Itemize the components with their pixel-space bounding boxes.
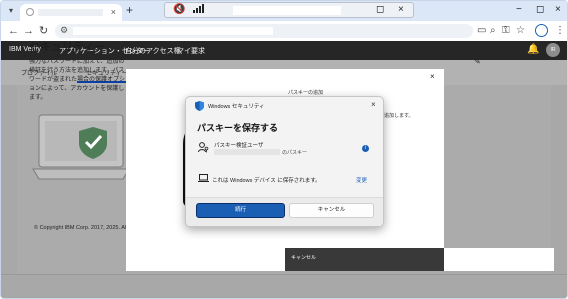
bookmark-star-icon[interactable]: ☆: [516, 25, 525, 37]
browser-tab[interactable]: ×: [20, 4, 122, 21]
maximize-button[interactable]: ◻: [536, 4, 544, 16]
zoom-icon[interactable]: ⌕: [490, 25, 496, 37]
windows-security-shield-icon: [195, 101, 204, 111]
menu-my-requests[interactable]: マイ要求: [177, 46, 205, 56]
security-description: 強力なパスワードに加えて、追加の検証を行う方法を追加します。パスワードが盗まれた…: [29, 59, 126, 101]
continue-button[interactable]: 続行: [196, 203, 285, 218]
passkey-modal-text: 追加します。: [384, 113, 414, 119]
cast-icon[interactable]: ▭: [477, 25, 486, 37]
url-text: [73, 27, 273, 35]
user-avatar[interactable]: IR: [546, 43, 560, 57]
laptop-icon: [198, 174, 209, 184]
favicon-icon: [26, 8, 34, 16]
passkey-user-name: パスキー検証ユーザ: [214, 143, 264, 149]
menu-icon[interactable]: ⋮: [555, 25, 565, 37]
reload-icon[interactable]: ↻: [39, 25, 48, 37]
new-tab-button[interactable]: +: [126, 4, 133, 16]
passkey-modal-cancel-label: キャンセル: [291, 255, 317, 261]
tab-search-icon[interactable]: ▾: [5, 5, 17, 17]
footer: [1, 274, 567, 298]
page-title: セキュリティー: [29, 41, 106, 53]
browser-window: ▾ × + − ◻ × 🔇 ◻ × ← → ↻ ⚙ ▭ ⌕ ⚿ ☆ ⋮ IBM …: [0, 0, 568, 299]
session-title: [233, 6, 341, 15]
storage-location-text: これは Windows デバイス に保存されます。: [212, 178, 321, 184]
menu-my-access[interactable]: 自分のアクセス権: [125, 46, 181, 56]
dialog-close-icon[interactable]: ×: [371, 100, 376, 109]
restore-icon[interactable]: ◻: [376, 4, 384, 16]
close-window-button[interactable]: ×: [555, 4, 561, 16]
passkey-suffix: のパスキー: [282, 150, 308, 156]
dialog-heading: パスキーを保存する: [197, 123, 279, 133]
edit-pencil-icon[interactable]: ✎: [474, 57, 481, 66]
close-session-icon[interactable]: ×: [398, 4, 404, 16]
profile-icon[interactable]: [535, 24, 548, 37]
dialog-title: Windows セキュリティ: [208, 104, 265, 110]
change-link[interactable]: 変更: [356, 176, 367, 184]
info-icon[interactable]: i: [362, 145, 369, 152]
cancel-button[interactable]: キャンセル: [289, 203, 374, 218]
back-icon[interactable]: ←: [8, 25, 19, 37]
signal-icon: [193, 4, 204, 17]
passkey-site-name: [214, 149, 280, 155]
url-input[interactable]: ⚙: [55, 24, 473, 38]
minimize-button[interactable]: −: [516, 4, 522, 16]
user-key-icon: [198, 142, 209, 156]
laptop-shield-illustration: [32, 114, 130, 180]
tab-title: [38, 9, 103, 16]
password-key-icon[interactable]: ⚿: [502, 25, 510, 37]
passkey-modal-primary-area: [444, 248, 554, 271]
site-info-icon[interactable]: ⚙: [60, 25, 68, 36]
passkey-modal-close-icon[interactable]: ×: [430, 72, 435, 81]
notification-bell-icon[interactable]: 🔔: [527, 44, 539, 55]
tab-close-icon[interactable]: ×: [111, 7, 116, 17]
passkey-modal-heading: パスキーの追加: [288, 90, 324, 96]
mute-icon[interactable]: 🔇: [173, 4, 185, 16]
forward-icon[interactable]: →: [23, 25, 34, 37]
remote-session-toolbar: 🔇 ◻ ×: [164, 2, 414, 18]
